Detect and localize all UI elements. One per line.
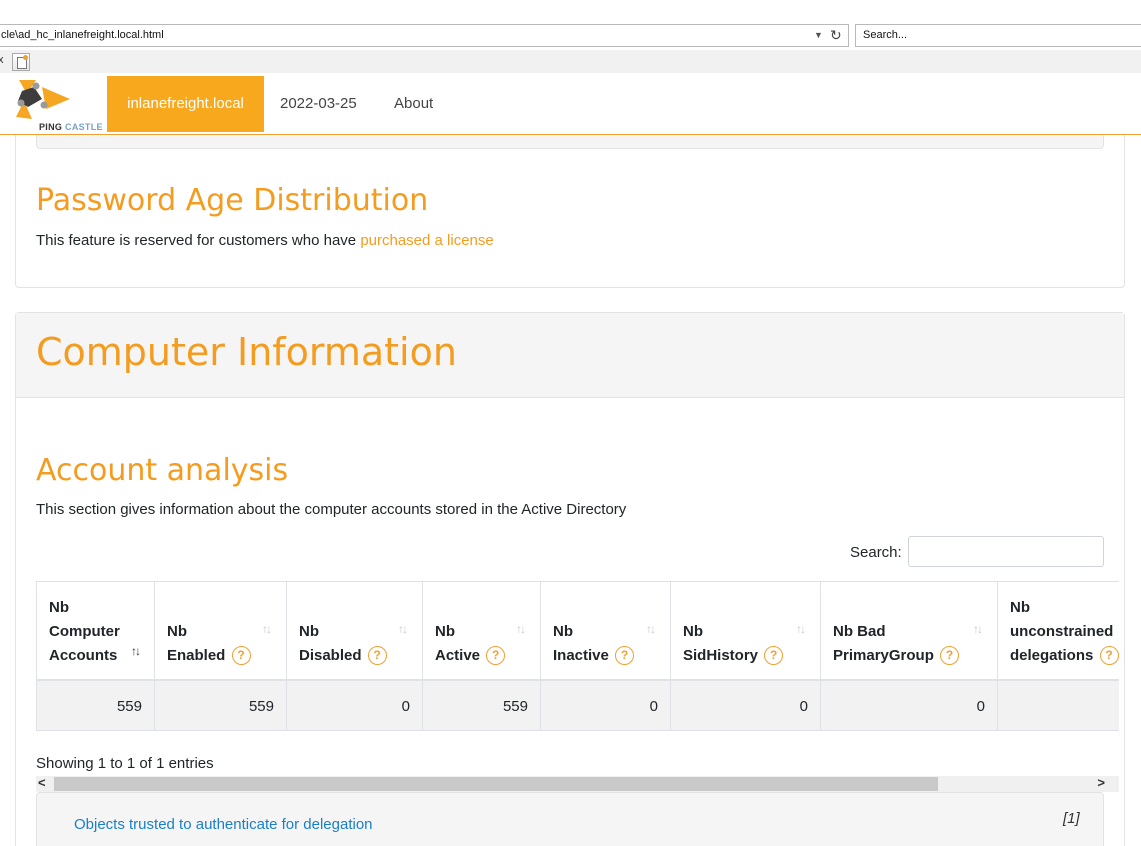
cell-sidhistory: 0 [671,681,821,730]
tab-strip: x [0,50,1141,74]
scrollbar-thumb[interactable] [54,777,938,791]
help-icon[interactable]: ? [764,646,784,665]
col-header-computer-accounts[interactable]: Nb Computer Accounts ↑↓ [36,582,155,680]
purchase-license-link[interactable]: purchased a license [360,232,493,249]
table-info: Showing 1 to 1 of 1 entries [36,755,214,772]
help-icon[interactable]: ? [940,646,960,665]
col-header-enabled[interactable]: Nb Enabled ? ↑↓ [155,582,287,680]
table-search-label: Search: [850,544,902,561]
sort-icon[interactable]: ↑↓ [262,622,272,636]
section-description: This section gives information about the… [36,501,627,518]
nav-domain[interactable]: inlanefreight.local [107,76,264,132]
chevron-left-icon[interactable]: < [38,775,46,790]
navbar: PING CASTLE inlanefreight.local 2022-03-… [0,73,1141,135]
table-header-row: Nb Computer Accounts ↑↓ Nb Enabled ? ↑↓ Nb D… [36,581,1119,681]
table-row: 559 559 0 559 0 0 0 [36,681,1119,731]
close-icon[interactable]: x [0,54,4,66]
logo-text: PING CASTLE [39,122,103,132]
sort-icon[interactable]: ↑↓ [796,622,806,636]
delegation-ref: [1] [1063,810,1080,827]
table-search-input[interactable] [908,536,1104,567]
horizontal-scrollbar[interactable]: < > [36,775,1119,792]
logo-icon [16,80,70,119]
refresh-icon[interactable]: ↻ [830,27,842,44]
chevron-down-icon[interactable]: ▼ [814,30,823,40]
help-icon[interactable]: ? [231,646,251,665]
password-age-title: Password Age Distribution [36,183,429,218]
password-age-text: This feature is reserved for customers w… [36,232,494,249]
sort-icon[interactable]: ↑↓ [646,622,656,636]
help-icon[interactable]: ? [615,646,635,665]
account-analysis-title: Account analysis [36,453,289,488]
chevron-right-icon[interactable]: > [1097,775,1105,790]
sort-icon[interactable]: ↑↓ [973,622,983,636]
col-header-inactive[interactable]: Nb Inactive ? ↑↓ [541,582,671,680]
browser-search-placeholder: Search... [863,29,908,41]
help-icon[interactable]: ? [367,646,387,665]
cell-inactive: 0 [541,681,671,730]
cell-active: 559 [423,681,541,730]
nav-date[interactable]: 2022-03-25 [280,76,357,132]
help-icon[interactable]: ? [1099,646,1119,665]
sort-icon[interactable]: ↑↓ [398,622,408,636]
ping-castle-logo[interactable]: PING CASTLE [14,77,106,133]
browser-top [0,0,1141,24]
col-header-sidhistory[interactable]: Nb SidHistory ? ↑↓ [671,582,821,680]
col-header-disabled[interactable]: Nb Disabled ? ↑↓ [287,582,423,680]
nav-about[interactable]: About [394,76,433,132]
browser-search-input[interactable]: Search... [855,24,1141,47]
cell-bad-primary-group: 0 [821,681,998,730]
delegation-link[interactable]: Objects trusted to authenticate for dele… [74,816,373,833]
address-text: cle\ad_hc_inlanefreight.local.html [1,29,164,41]
new-tab-icon[interactable] [12,53,30,71]
sort-icon[interactable]: ↑↓ [131,644,141,658]
computer-accounts-table: Nb Computer Accounts ↑↓ Nb Enabled ? ↑↓ Nb D… [36,581,1119,731]
sort-icon[interactable]: ↑↓ [516,622,526,636]
col-header-bad-primary-group[interactable]: Nb Bad PrimaryGroup ? ↑↓ [821,582,998,680]
col-header-active[interactable]: Nb Active ? ↑↓ [423,582,541,680]
address-bar[interactable]: cle\ad_hc_inlanefreight.local.html ▼ ↻ [0,24,849,47]
cell-unconstrained-delegations [998,681,1119,730]
col-header-unconstrained-delegations[interactable]: Nb unconstrained delegations ? [998,582,1119,680]
cell-enabled: 559 [155,681,287,730]
computer-info-title: Computer Information [36,330,457,374]
cell-computer-accounts: 559 [36,681,155,730]
help-icon[interactable]: ? [486,646,506,665]
cell-disabled: 0 [287,681,423,730]
